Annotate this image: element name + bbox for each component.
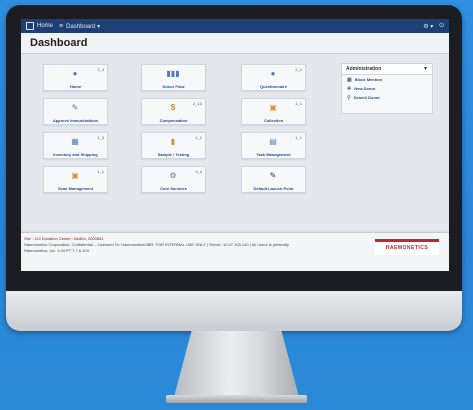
tile-count: 2_10 [193, 101, 202, 106]
screen: Home ≡ Dashboard ▾ ⚙ ▾ ⏻ Dashboard ● 2_4… [21, 19, 449, 271]
monitor-chin [6, 291, 462, 331]
tile-label: Home [69, 84, 82, 89]
block-icon: ▦ [347, 76, 352, 83]
tile-count: 1_1 [295, 101, 302, 106]
tile-label: Scan Management [57, 186, 94, 191]
tile-default-launch-point[interactable]: ✎ Default Launch Point [241, 166, 306, 193]
tile-count: 1_1 [195, 135, 202, 140]
home-icon[interactable] [26, 22, 34, 30]
tile-approve-immunizations[interactable]: ✎ Approve Immunizations [43, 98, 108, 125]
tile-home[interactable]: ● 2_4 Home [43, 64, 108, 91]
nav-home-link[interactable]: Home [37, 23, 53, 29]
tile-task-management[interactable]: ▤ 1_1 Task Management [241, 132, 306, 159]
gear-icon: ⚙ [169, 171, 177, 180]
tile-label: Compensation [159, 118, 188, 123]
tile-label: Sample / Testing [157, 152, 190, 157]
menu-icon[interactable]: ≡ [59, 23, 63, 30]
sample-icon: ▮ [170, 137, 176, 146]
tile-count: 1_1 [97, 169, 104, 174]
admin-item-label: Block Mention [354, 77, 383, 82]
tile-label: Core Services [160, 186, 187, 191]
top-navigation-bar: Home ≡ Dashboard ▾ ⚙ ▾ ⏻ [21, 19, 449, 33]
title-bar: Dashboard [21, 33, 449, 54]
dollar-icon: $ [170, 103, 176, 112]
tile-count: 1_3 [97, 135, 104, 140]
chevron-down-icon: ▼ [423, 66, 428, 72]
inventory-icon: ▦ [71, 137, 79, 146]
syringe-icon: ✎ [71, 103, 79, 112]
administration-header: Administration [346, 66, 382, 72]
tile-questionnaire[interactable]: ● 2_1 Questionnaire [241, 64, 306, 91]
tile-count: 2_1 [295, 67, 302, 72]
administration-dropdown[interactable]: Administration ▼ [342, 64, 432, 75]
tile-count: 3_4 [195, 169, 202, 174]
tile-count: 2_4 [97, 67, 104, 72]
page-title: Dashboard [30, 37, 88, 49]
admin-item-search-donor[interactable]: ⚲ Search Donor [342, 93, 432, 102]
status-footer: Site : 119 Donation Center : Bedfor, 200… [21, 232, 449, 271]
admin-item-label: New Donor [354, 86, 376, 91]
tile-label: Questionnaire [260, 84, 287, 89]
tile-label: Approve Immunizations [52, 118, 99, 123]
tile-core-services[interactable]: ⚙ 3_4 Core Services [141, 166, 206, 193]
tile-collection[interactable]: ▣ 1_1 Collection [241, 98, 306, 125]
tile-label: Donor Flow [162, 84, 185, 89]
settings-menu-icon[interactable]: ⚙ ▾ [423, 23, 433, 30]
admin-item-block-mention[interactable]: ▦ Block Mention [342, 75, 432, 84]
scan-icon: ▣ [71, 171, 79, 180]
tile-scan-management[interactable]: ▣ 1_1 Scan Management [43, 166, 108, 193]
search-donor-icon: ⚲ [347, 94, 351, 101]
collection-icon: ▣ [269, 103, 277, 112]
donor-flow-icon: ▮▮▮ [166, 69, 180, 78]
tile-label: Inventory and Shipping [53, 152, 98, 157]
admin-item-label: Search Donor [353, 95, 380, 100]
questionnaire-icon: ● [270, 69, 276, 78]
edit-icon: ✎ [269, 171, 277, 180]
monitor-stand-base [166, 395, 307, 403]
tile-compensation[interactable]: $ 2_10 Compensation [141, 98, 206, 125]
new-donor-icon: ✚ [347, 85, 352, 92]
tile-label: Task Management [256, 152, 291, 157]
dashboard-content: ● 2_4 Home ▮▮▮ Donor Flow ● 2_1 Question… [21, 54, 449, 230]
tile-label: Collection [263, 118, 284, 123]
nav-dashboard-dropdown[interactable]: Dashboard ▾ [66, 23, 100, 30]
tile-donor-flow[interactable]: ▮▮▮ Donor Flow [141, 64, 206, 91]
haemonetics-logo: HAEMONETICS [375, 239, 439, 255]
logo-text: HAEMONETICS [385, 245, 429, 251]
tile-inventory-and-shipping[interactable]: ▦ 1_3 Inventory and Shipping [43, 132, 108, 159]
tile-count: 1_1 [295, 135, 302, 140]
tile-label: Default Launch Point [253, 186, 294, 191]
tile-sample-testing[interactable]: ▮ 1_1 Sample / Testing [141, 132, 206, 159]
user-icon: ● [72, 69, 78, 78]
admin-item-new-donor[interactable]: ✚ New Donor [342, 84, 432, 93]
logout-icon[interactable]: ⏻ [439, 23, 444, 30]
administration-panel: Administration ▼ ▦ Block Mention ✚ New D… [341, 63, 433, 114]
task-icon: ▤ [269, 137, 277, 146]
monitor-stand [174, 331, 299, 397]
